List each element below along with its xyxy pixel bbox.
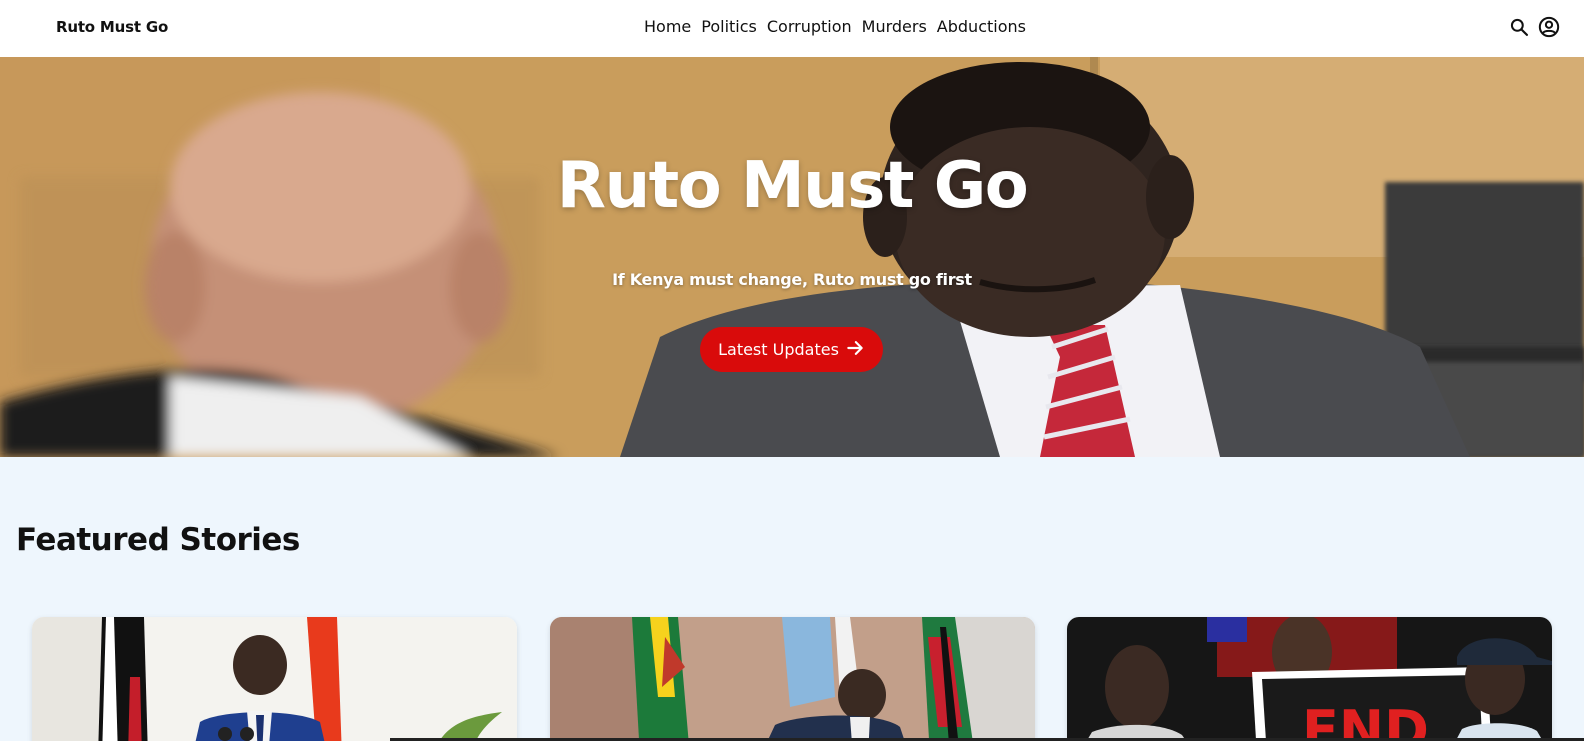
hero-background-photo	[0, 57, 1584, 457]
president-signing-photo	[550, 617, 1035, 741]
hero-subtitle: If Kenya must change, Ruto must go first	[612, 270, 972, 289]
arrow-right-icon	[845, 338, 865, 362]
top-navbar: Ruto Must Go Home Politics Corruption Mu…	[0, 0, 1584, 57]
president-podium-photo	[32, 617, 517, 741]
latest-updates-button[interactable]: Latest Updates	[700, 327, 883, 372]
nav-murders[interactable]: Murders	[862, 17, 927, 36]
nav-abductions[interactable]: Abductions	[937, 17, 1026, 36]
nav-politics[interactable]: Politics	[701, 17, 757, 36]
nav-corruption[interactable]: Corruption	[767, 17, 852, 36]
search-icon[interactable]	[1508, 16, 1530, 38]
hero-banner: Ruto Must Go If Kenya must change, Ruto …	[0, 57, 1584, 457]
protest-sign-text: END	[1302, 699, 1429, 741]
latest-updates-label: Latest Updates	[718, 340, 839, 359]
story-card-1[interactable]	[32, 617, 517, 741]
nav-home[interactable]: Home	[644, 17, 691, 36]
brand-logo-link[interactable]: Ruto Must Go	[56, 18, 168, 36]
story-card-3[interactable]: END	[1067, 617, 1552, 741]
header-actions	[1508, 16, 1560, 38]
hero-title: Ruto Must Go	[556, 149, 1029, 223]
main-nav: Home Politics Corruption Murders Abducti…	[644, 17, 1026, 36]
protesters-photo: END	[1067, 617, 1552, 741]
account-icon[interactable]	[1538, 16, 1560, 38]
featured-stories-heading: Featured Stories	[16, 522, 300, 558]
story-card-2[interactable]	[550, 617, 1035, 741]
